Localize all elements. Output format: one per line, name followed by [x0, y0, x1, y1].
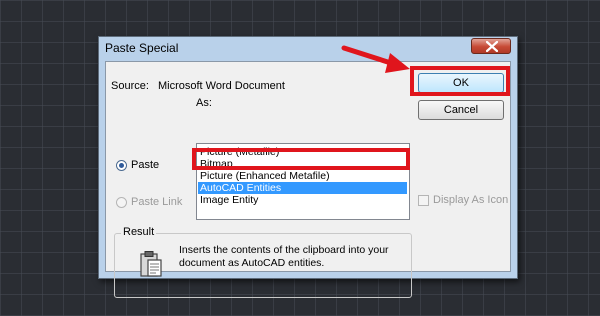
clipboard-icon	[140, 251, 162, 277]
ok-highlight-box	[410, 66, 510, 96]
display-as-icon-label[interactable]: Display As Icon	[433, 194, 508, 206]
list-item-image-entity[interactable]: Image Entity	[200, 194, 258, 206]
red-arrow-icon	[341, 45, 410, 73]
dialog-title: Paste Special	[105, 41, 179, 55]
close-icon	[486, 41, 498, 52]
result-description: Inserts the contents of the clipboard in…	[179, 244, 389, 269]
result-group-title: Result	[121, 226, 157, 238]
as-label: As:	[196, 97, 212, 109]
display-as-icon-checkbox[interactable]	[418, 195, 429, 206]
source-label: Source:	[111, 80, 149, 92]
list-item-picture-enhanced-metafile[interactable]: Picture (Enhanced Metafile)	[200, 170, 330, 182]
close-button[interactable]	[471, 38, 511, 54]
cancel-button[interactable]: Cancel	[418, 100, 504, 120]
list-item-autocad-entities[interactable]: AutoCAD Entities	[198, 182, 407, 194]
paste-link-radio-label[interactable]: Paste Link	[131, 196, 182, 208]
source-value: Microsoft Word Document	[158, 80, 285, 92]
paste-radio[interactable]	[116, 160, 127, 171]
result-group: Result Inserts the contents of the clipb…	[114, 226, 412, 298]
paste-radio-label[interactable]: Paste	[131, 159, 159, 171]
paste-link-radio[interactable]	[116, 197, 127, 208]
title-bar[interactable]: Paste Special	[99, 37, 517, 59]
autocad-entities-highlight-box	[192, 148, 410, 170]
